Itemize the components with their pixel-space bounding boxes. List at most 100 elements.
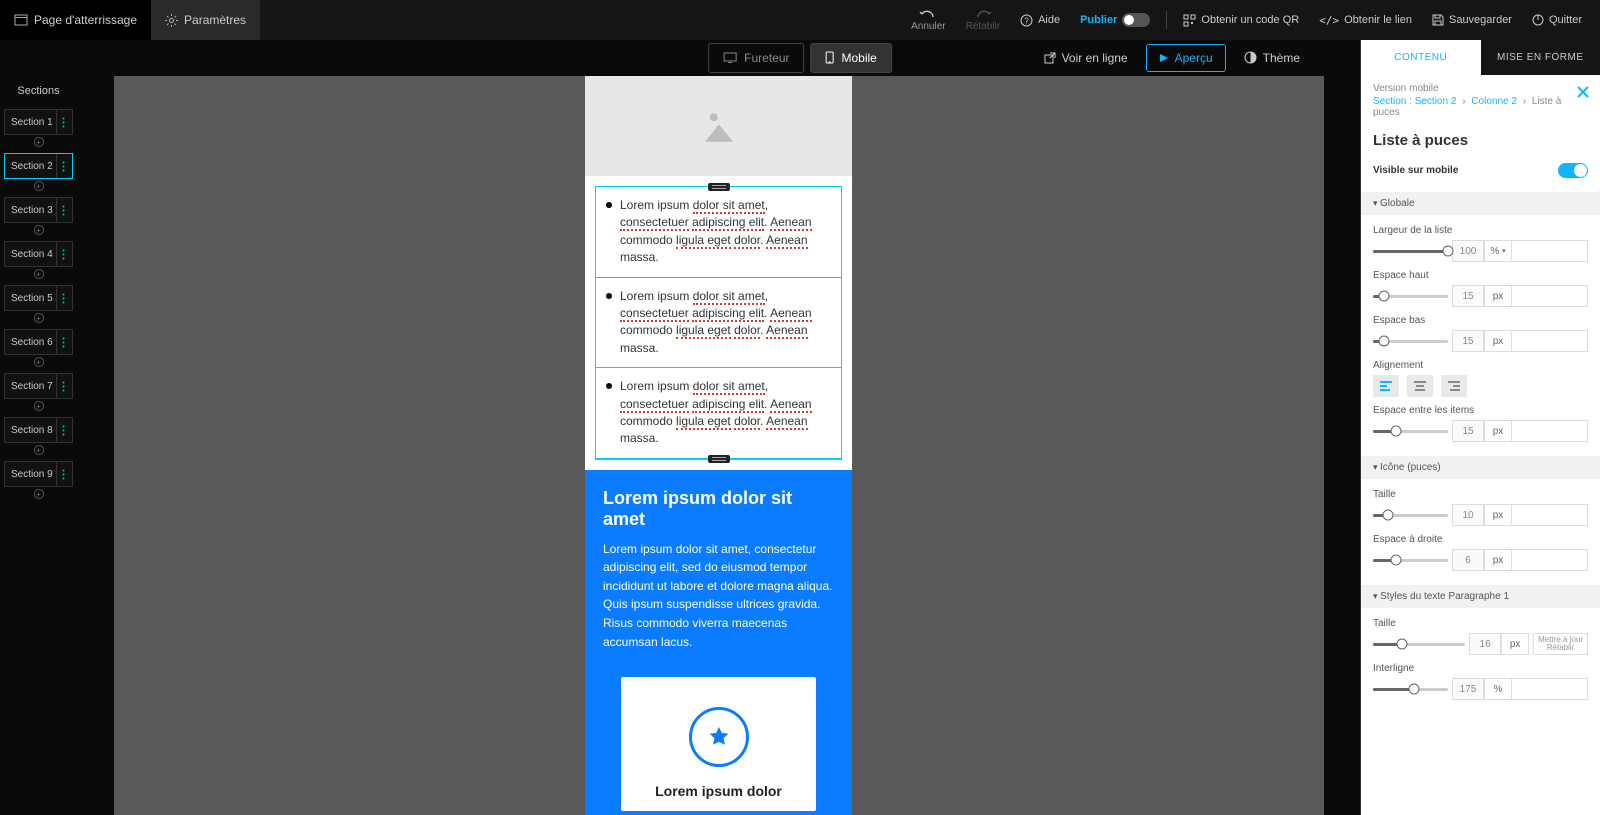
bullet-list-block[interactable]: Lorem ipsum dolor sit amet, consectetuer… bbox=[595, 186, 842, 460]
section-item[interactable]: Section 9 bbox=[4, 461, 73, 487]
section-item[interactable]: Section 5 bbox=[4, 285, 73, 311]
slider-list-width[interactable] bbox=[1373, 250, 1448, 253]
unit-icon-size[interactable]: px bbox=[1484, 504, 1512, 526]
unit-icon-right[interactable]: px bbox=[1484, 549, 1512, 571]
add-section-button[interactable]: + bbox=[34, 313, 44, 323]
bullet-item[interactable]: Lorem ipsum dolor sit amet, consectetuer… bbox=[596, 278, 841, 369]
unit-list-width[interactable]: % ▾ bbox=[1484, 240, 1512, 262]
unit-space-bottom[interactable]: px bbox=[1484, 330, 1512, 352]
view-online-button[interactable]: Voir en ligne bbox=[1044, 51, 1128, 65]
align-left-button[interactable] bbox=[1373, 375, 1399, 397]
input-icon-size[interactable]: 10 bbox=[1452, 504, 1484, 526]
field-icon-right: 6 px bbox=[1373, 549, 1588, 571]
tab-landing-page[interactable]: Page d'atterrissage bbox=[0, 0, 151, 40]
slider-icon-size[interactable] bbox=[1373, 514, 1448, 517]
section-menu-icon[interactable] bbox=[56, 286, 70, 310]
bullet-item[interactable]: Lorem ipsum dolor sit amet, consectetuer… bbox=[596, 368, 841, 459]
align-center-button[interactable] bbox=[1407, 375, 1433, 397]
section-item[interactable]: Section 1 bbox=[4, 109, 73, 135]
blue-section[interactable]: Lorem ipsum dolor sit amet Lorem ipsum d… bbox=[585, 470, 852, 815]
input-space-items[interactable]: 15 bbox=[1452, 420, 1484, 442]
input-space-bottom[interactable]: 15 bbox=[1452, 330, 1484, 352]
section-menu-icon[interactable] bbox=[56, 198, 70, 222]
link-button[interactable]: </> Obtenir le lien bbox=[1311, 14, 1420, 27]
group-icon[interactable]: Icône (puces) bbox=[1361, 456, 1600, 479]
mobile-icon bbox=[826, 51, 835, 64]
input-para-line[interactable]: 175 bbox=[1452, 678, 1484, 700]
unit-space-top[interactable]: px bbox=[1484, 285, 1512, 307]
view-browser-button[interactable]: Fureteur bbox=[708, 43, 804, 73]
section-item[interactable]: Section 7 bbox=[4, 373, 73, 399]
resize-handle-bottom[interactable] bbox=[708, 455, 730, 463]
tab-content[interactable]: CONTENU bbox=[1361, 40, 1481, 75]
theme-button[interactable]: Thème bbox=[1244, 51, 1300, 65]
section-menu-icon[interactable] bbox=[56, 418, 70, 442]
slider-space-bottom[interactable] bbox=[1373, 340, 1448, 343]
redo-button[interactable]: Rétablir bbox=[958, 0, 1008, 40]
section-menu-icon[interactable] bbox=[56, 154, 70, 178]
visible-toggle[interactable] bbox=[1558, 163, 1588, 178]
bullet-item[interactable]: Lorem ipsum dolor sit amet, consectetuer… bbox=[596, 187, 841, 278]
publish-toggle[interactable] bbox=[1122, 13, 1150, 27]
image-placeholder[interactable] bbox=[585, 76, 852, 176]
add-section-button[interactable]: + bbox=[34, 357, 44, 367]
input-list-width[interactable]: 100 bbox=[1452, 240, 1484, 262]
undo-button[interactable]: Annuler bbox=[903, 0, 953, 40]
unit-space-items[interactable]: px bbox=[1484, 420, 1512, 442]
close-icon[interactable] bbox=[1576, 85, 1590, 99]
resize-handle-top[interactable] bbox=[708, 183, 730, 191]
preview-button[interactable]: Aperçu bbox=[1146, 44, 1226, 72]
slider-space-top[interactable] bbox=[1373, 295, 1448, 298]
field-space-items: 15 px bbox=[1373, 420, 1588, 442]
section-menu-icon[interactable] bbox=[56, 242, 70, 266]
unit-para-line[interactable]: % bbox=[1484, 678, 1512, 700]
section-menu-icon[interactable] bbox=[56, 374, 70, 398]
unit-para-size[interactable]: px bbox=[1501, 633, 1529, 655]
feature-card[interactable]: Lorem ipsum dolor bbox=[621, 677, 816, 811]
section-item[interactable]: Section 3 bbox=[4, 197, 73, 223]
breadcrumb-section[interactable]: Section 2 bbox=[1415, 96, 1457, 107]
input-space-top[interactable]: 15 bbox=[1452, 285, 1484, 307]
section-menu-icon[interactable] bbox=[56, 330, 70, 354]
save-icon bbox=[1432, 14, 1444, 26]
undo-icon bbox=[919, 9, 937, 19]
qr-button[interactable]: Obtenir un code QR bbox=[1175, 14, 1307, 27]
add-section-button[interactable]: + bbox=[34, 489, 44, 499]
group-paragraph[interactable]: Styles du texte Paragraphe 1 bbox=[1361, 585, 1600, 608]
align-right-button[interactable] bbox=[1441, 375, 1467, 397]
add-section-button[interactable]: + bbox=[34, 401, 44, 411]
section-item[interactable]: Section 6 bbox=[4, 329, 73, 355]
section-menu-icon[interactable] bbox=[56, 462, 70, 486]
help-button[interactable]: ? Aide bbox=[1012, 14, 1068, 27]
label-para-size: Taille bbox=[1373, 618, 1588, 629]
publish-button[interactable]: Publier bbox=[1072, 13, 1158, 27]
add-section-button[interactable]: + bbox=[34, 225, 44, 235]
section-item[interactable]: Section 2 bbox=[4, 153, 73, 179]
slider-para-line[interactable] bbox=[1373, 688, 1448, 691]
group-global[interactable]: Globale bbox=[1361, 192, 1600, 215]
section-item[interactable]: Section 4 bbox=[4, 241, 73, 267]
add-section-button[interactable]: + bbox=[34, 269, 44, 279]
section-item[interactable]: Section 8 bbox=[4, 417, 73, 443]
add-section-button[interactable]: + bbox=[34, 137, 44, 147]
view-mobile-button[interactable]: Mobile bbox=[811, 43, 892, 73]
update-reset-button[interactable]: Mettre à jour Rétablir bbox=[1533, 633, 1588, 655]
slider-para-size[interactable] bbox=[1373, 643, 1465, 646]
tab-settings[interactable]: Paramètres bbox=[151, 0, 260, 40]
quit-button[interactable]: Quitter bbox=[1524, 14, 1590, 26]
mobile-preview: Lorem ipsum dolor sit amet, consectetuer… bbox=[585, 76, 852, 815]
save-button[interactable]: Sauvegarder bbox=[1424, 14, 1520, 26]
slider-icon-right[interactable] bbox=[1373, 559, 1448, 562]
input-para-size[interactable]: 16 bbox=[1469, 633, 1501, 655]
alignment-group bbox=[1373, 375, 1588, 397]
add-section-button[interactable]: + bbox=[34, 445, 44, 455]
add-section-button[interactable]: + bbox=[34, 181, 44, 191]
input-icon-right[interactable]: 6 bbox=[1452, 549, 1484, 571]
breadcrumb-column[interactable]: Colonne 2 bbox=[1471, 96, 1517, 107]
field-icon-size: 10 px bbox=[1373, 504, 1588, 526]
section-menu-icon[interactable] bbox=[56, 110, 70, 134]
sections-header: Sections bbox=[0, 77, 77, 105]
canvas-scroll[interactable]: Lorem ipsum dolor sit amet, consectetuer… bbox=[114, 76, 1324, 815]
tab-layout[interactable]: MISE EN FORME bbox=[1481, 40, 1600, 75]
slider-space-items[interactable] bbox=[1373, 430, 1448, 433]
